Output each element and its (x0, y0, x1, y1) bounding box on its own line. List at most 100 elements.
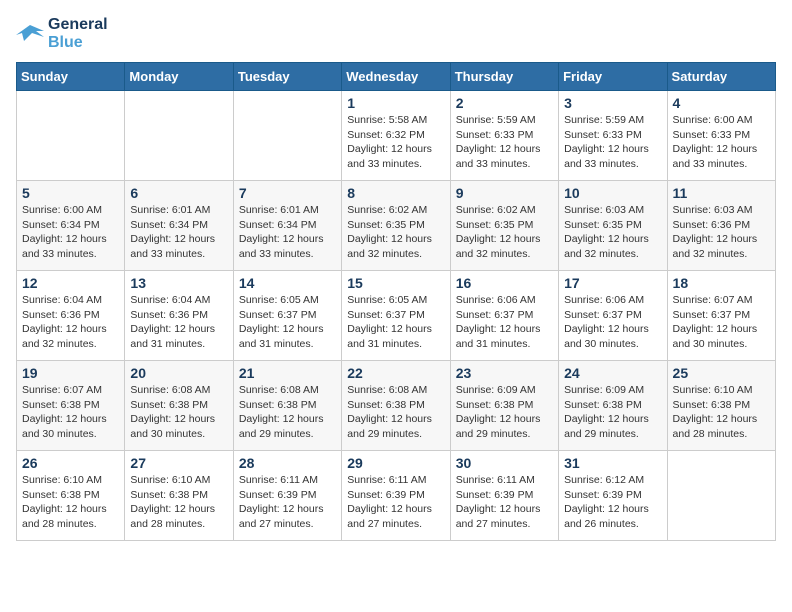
day-info: Sunrise: 6:00 AM Sunset: 6:34 PM Dayligh… (22, 203, 119, 262)
day-info: Sunrise: 6:05 AM Sunset: 6:37 PM Dayligh… (239, 293, 336, 352)
calendar-cell: 8 Sunrise: 6:02 AM Sunset: 6:35 PM Daylig… (342, 181, 450, 271)
day-number: 10 (564, 185, 661, 201)
day-info: Sunrise: 6:10 AM Sunset: 6:38 PM Dayligh… (673, 383, 770, 442)
day-number: 31 (564, 455, 661, 471)
day-info: Sunrise: 6:11 AM Sunset: 6:39 PM Dayligh… (456, 473, 553, 532)
day-info: Sunrise: 6:01 AM Sunset: 6:34 PM Dayligh… (130, 203, 227, 262)
calendar-cell (17, 91, 125, 181)
day-info: Sunrise: 6:02 AM Sunset: 6:35 PM Dayligh… (456, 203, 553, 262)
calendar-week-row: 12 Sunrise: 6:04 AM Sunset: 6:36 PM Dayli… (17, 271, 776, 361)
day-number: 3 (564, 95, 661, 111)
calendar-cell: 4 Sunrise: 6:00 AM Sunset: 6:33 PM Daylig… (667, 91, 775, 181)
day-number: 26 (22, 455, 119, 471)
weekday-header: Saturday (667, 63, 775, 91)
weekday-header: Sunday (17, 63, 125, 91)
weekday-header: Monday (125, 63, 233, 91)
calendar-table: SundayMondayTuesdayWednesdayThursdayFrid… (16, 62, 776, 541)
day-info: Sunrise: 5:59 AM Sunset: 6:33 PM Dayligh… (564, 113, 661, 172)
calendar-cell: 23 Sunrise: 6:09 AM Sunset: 6:38 PM Dayli… (450, 361, 558, 451)
day-info: Sunrise: 6:09 AM Sunset: 6:38 PM Dayligh… (456, 383, 553, 442)
page-header: General Blue (16, 16, 776, 52)
day-info: Sunrise: 6:11 AM Sunset: 6:39 PM Dayligh… (239, 473, 336, 532)
day-info: Sunrise: 6:02 AM Sunset: 6:35 PM Dayligh… (347, 203, 444, 262)
calendar-cell: 26 Sunrise: 6:10 AM Sunset: 6:38 PM Dayli… (17, 451, 125, 541)
logo-icon (16, 23, 44, 45)
calendar-cell: 29 Sunrise: 6:11 AM Sunset: 6:39 PM Dayli… (342, 451, 450, 541)
calendar-cell: 13 Sunrise: 6:04 AM Sunset: 6:36 PM Dayli… (125, 271, 233, 361)
calendar-cell (125, 91, 233, 181)
day-number: 13 (130, 275, 227, 291)
day-number: 27 (130, 455, 227, 471)
calendar-cell: 25Sunrise: 6:10 AM Sunset: 6:38 PM Dayli… (667, 361, 775, 451)
calendar-cell (233, 91, 341, 181)
calendar-cell: 15 Sunrise: 6:05 AM Sunset: 6:37 PM Dayli… (342, 271, 450, 361)
weekday-row: SundayMondayTuesdayWednesdayThursdayFrid… (17, 63, 776, 91)
day-info: Sunrise: 6:08 AM Sunset: 6:38 PM Dayligh… (130, 383, 227, 442)
day-info: Sunrise: 6:10 AM Sunset: 6:38 PM Dayligh… (22, 473, 119, 532)
calendar-week-row: 1 Sunrise: 5:58 AM Sunset: 6:32 PM Daylig… (17, 91, 776, 181)
day-info: Sunrise: 6:10 AM Sunset: 6:38 PM Dayligh… (130, 473, 227, 532)
day-number: 15 (347, 275, 444, 291)
day-info: Sunrise: 6:06 AM Sunset: 6:37 PM Dayligh… (564, 293, 661, 352)
calendar-cell: 7 Sunrise: 6:01 AM Sunset: 6:34 PM Daylig… (233, 181, 341, 271)
weekday-header: Thursday (450, 63, 558, 91)
calendar-cell: 2 Sunrise: 5:59 AM Sunset: 6:33 PM Daylig… (450, 91, 558, 181)
day-number: 24 (564, 365, 661, 381)
day-number: 18 (673, 275, 770, 291)
day-number: 22 (347, 365, 444, 381)
calendar-cell: 24 Sunrise: 6:09 AM Sunset: 6:38 PM Dayli… (559, 361, 667, 451)
calendar-cell: 1 Sunrise: 5:58 AM Sunset: 6:32 PM Daylig… (342, 91, 450, 181)
calendar-cell: 19Sunrise: 6:07 AM Sunset: 6:38 PM Dayli… (17, 361, 125, 451)
calendar-cell: 31Sunrise: 6:12 AM Sunset: 6:39 PM Dayli… (559, 451, 667, 541)
calendar-week-row: 26 Sunrise: 6:10 AM Sunset: 6:38 PM Dayli… (17, 451, 776, 541)
day-number: 6 (130, 185, 227, 201)
day-number: 12 (22, 275, 119, 291)
calendar-cell: 10Sunrise: 6:03 AM Sunset: 6:35 PM Dayli… (559, 181, 667, 271)
day-number: 29 (347, 455, 444, 471)
calendar-week-row: 5 Sunrise: 6:00 AM Sunset: 6:34 PM Daylig… (17, 181, 776, 271)
day-info: Sunrise: 6:08 AM Sunset: 6:38 PM Dayligh… (239, 383, 336, 442)
day-info: Sunrise: 6:00 AM Sunset: 6:33 PM Dayligh… (673, 113, 770, 172)
calendar-cell: 18Sunrise: 6:07 AM Sunset: 6:37 PM Dayli… (667, 271, 775, 361)
calendar-cell: 14Sunrise: 6:05 AM Sunset: 6:37 PM Dayli… (233, 271, 341, 361)
calendar-cell: 27 Sunrise: 6:10 AM Sunset: 6:38 PM Dayli… (125, 451, 233, 541)
day-info: Sunrise: 6:05 AM Sunset: 6:37 PM Dayligh… (347, 293, 444, 352)
day-number: 5 (22, 185, 119, 201)
day-number: 17 (564, 275, 661, 291)
weekday-header: Wednesday (342, 63, 450, 91)
calendar-cell: 9Sunrise: 6:02 AM Sunset: 6:35 PM Daylig… (450, 181, 558, 271)
calendar-cell: 3 Sunrise: 5:59 AM Sunset: 6:33 PM Daylig… (559, 91, 667, 181)
day-number: 11 (673, 185, 770, 201)
calendar-cell: 12 Sunrise: 6:04 AM Sunset: 6:36 PM Dayli… (17, 271, 125, 361)
calendar-cell: 30 Sunrise: 6:11 AM Sunset: 6:39 PM Dayli… (450, 451, 558, 541)
day-number: 7 (239, 185, 336, 201)
day-number: 16 (456, 275, 553, 291)
day-info: Sunrise: 5:58 AM Sunset: 6:32 PM Dayligh… (347, 113, 444, 172)
calendar-cell (667, 451, 775, 541)
calendar-cell: 17 Sunrise: 6:06 AM Sunset: 6:37 PM Dayli… (559, 271, 667, 361)
calendar-cell: 6 Sunrise: 6:01 AM Sunset: 6:34 PM Daylig… (125, 181, 233, 271)
day-number: 4 (673, 95, 770, 111)
weekday-header: Friday (559, 63, 667, 91)
day-info: Sunrise: 6:09 AM Sunset: 6:38 PM Dayligh… (564, 383, 661, 442)
day-number: 1 (347, 95, 444, 111)
calendar-header: SundayMondayTuesdayWednesdayThursdayFrid… (17, 63, 776, 91)
day-info: Sunrise: 5:59 AM Sunset: 6:33 PM Dayligh… (456, 113, 553, 172)
calendar-cell: 28 Sunrise: 6:11 AM Sunset: 6:39 PM Dayli… (233, 451, 341, 541)
day-number: 23 (456, 365, 553, 381)
calendar-cell: 16Sunrise: 6:06 AM Sunset: 6:37 PM Dayli… (450, 271, 558, 361)
day-info: Sunrise: 6:11 AM Sunset: 6:39 PM Dayligh… (347, 473, 444, 532)
day-number: 30 (456, 455, 553, 471)
logo: General Blue (16, 16, 108, 52)
day-info: Sunrise: 6:04 AM Sunset: 6:36 PM Dayligh… (22, 293, 119, 352)
day-number: 2 (456, 95, 553, 111)
calendar-cell: 21Sunrise: 6:08 AM Sunset: 6:38 PM Dayli… (233, 361, 341, 451)
calendar-cell: 22Sunrise: 6:08 AM Sunset: 6:38 PM Dayli… (342, 361, 450, 451)
weekday-header: Tuesday (233, 63, 341, 91)
day-number: 8 (347, 185, 444, 201)
day-info: Sunrise: 6:04 AM Sunset: 6:36 PM Dayligh… (130, 293, 227, 352)
day-info: Sunrise: 6:01 AM Sunset: 6:34 PM Dayligh… (239, 203, 336, 262)
calendar-cell: 20 Sunrise: 6:08 AM Sunset: 6:38 PM Dayli… (125, 361, 233, 451)
day-number: 28 (239, 455, 336, 471)
day-number: 20 (130, 365, 227, 381)
